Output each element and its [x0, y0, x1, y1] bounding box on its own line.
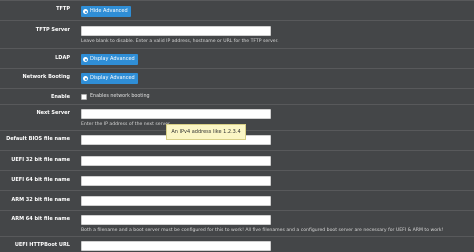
uefi64-row: UEFI 64 bit file name — [0, 170, 474, 190]
arm32-row: ARM 32 bit file name — [0, 190, 474, 210]
tftp-server-row: TFTP Server Leave blank to disable. Ente… — [0, 20, 474, 48]
arm64-input[interactable] — [81, 215, 271, 225]
network-booting-row: Network Booting Display Advanced — [0, 68, 474, 88]
gear-icon — [83, 9, 88, 14]
network-booting-label: Network Booting — [22, 74, 70, 80]
uefi-httpboot-input[interactable] — [81, 241, 271, 251]
gear-icon — [83, 57, 88, 62]
tftp-label: TFTP — [56, 6, 70, 12]
gear-icon — [83, 76, 88, 81]
tftp-row: TFTP Hide Advanced — [0, 0, 474, 20]
arm32-input[interactable] — [81, 196, 271, 206]
button-label: Display Advanced — [90, 75, 135, 81]
default-bios-label: Default BIOS file name — [6, 136, 70, 142]
uefi64-label: UEFI 64 bit file name — [11, 177, 70, 183]
next-server-help: Enter the IP address of the next server — [81, 122, 170, 127]
enable-row: Enable Enables network booting — [0, 88, 474, 104]
next-server-label: Next Server — [36, 110, 70, 116]
tftp-server-help: Leave blank to disable. Enter a valid IP… — [81, 39, 279, 44]
arm32-label: ARM 32 bit file name — [11, 197, 70, 203]
button-label: Display Advanced — [90, 56, 135, 62]
uefi-httpboot-row: UEFI HTTPBoot URL — [0, 236, 474, 252]
arm64-row: ARM 64 bit file name Both a filename and… — [0, 210, 474, 236]
arm64-help: Both a filename and a boot server must b… — [81, 228, 444, 233]
ipv4-tooltip: An IPv4 address like 1.2.3.4 — [166, 124, 246, 140]
enable-label: Enable — [50, 94, 70, 100]
network-booting-display-advanced-button[interactable]: Display Advanced — [81, 73, 138, 84]
ldap-row: LDAP Display Advanced — [0, 48, 474, 68]
ldap-display-advanced-button[interactable]: Display Advanced — [81, 54, 138, 65]
tftp-hide-advanced-button[interactable]: Hide Advanced — [81, 6, 131, 17]
uefi-httpboot-label: UEFI HTTPBoot URL — [14, 242, 70, 248]
arm64-label: ARM 64 bit file name — [11, 216, 70, 222]
button-label: Hide Advanced — [90, 8, 128, 14]
uefi64-input[interactable] — [81, 176, 271, 186]
ldap-label: LDAP — [55, 55, 70, 61]
uefi32-row: UEFI 32 bit file name — [0, 150, 474, 170]
tftp-server-input[interactable] — [81, 26, 271, 36]
uefi32-input[interactable] — [81, 156, 271, 166]
uefi32-label: UEFI 32 bit file name — [11, 157, 70, 163]
enable-checkbox[interactable] — [81, 94, 87, 100]
enable-checkbox-label: Enables network booting — [90, 94, 150, 99]
tftp-server-label: TFTP Server — [35, 27, 70, 33]
next-server-input[interactable] — [81, 109, 271, 119]
